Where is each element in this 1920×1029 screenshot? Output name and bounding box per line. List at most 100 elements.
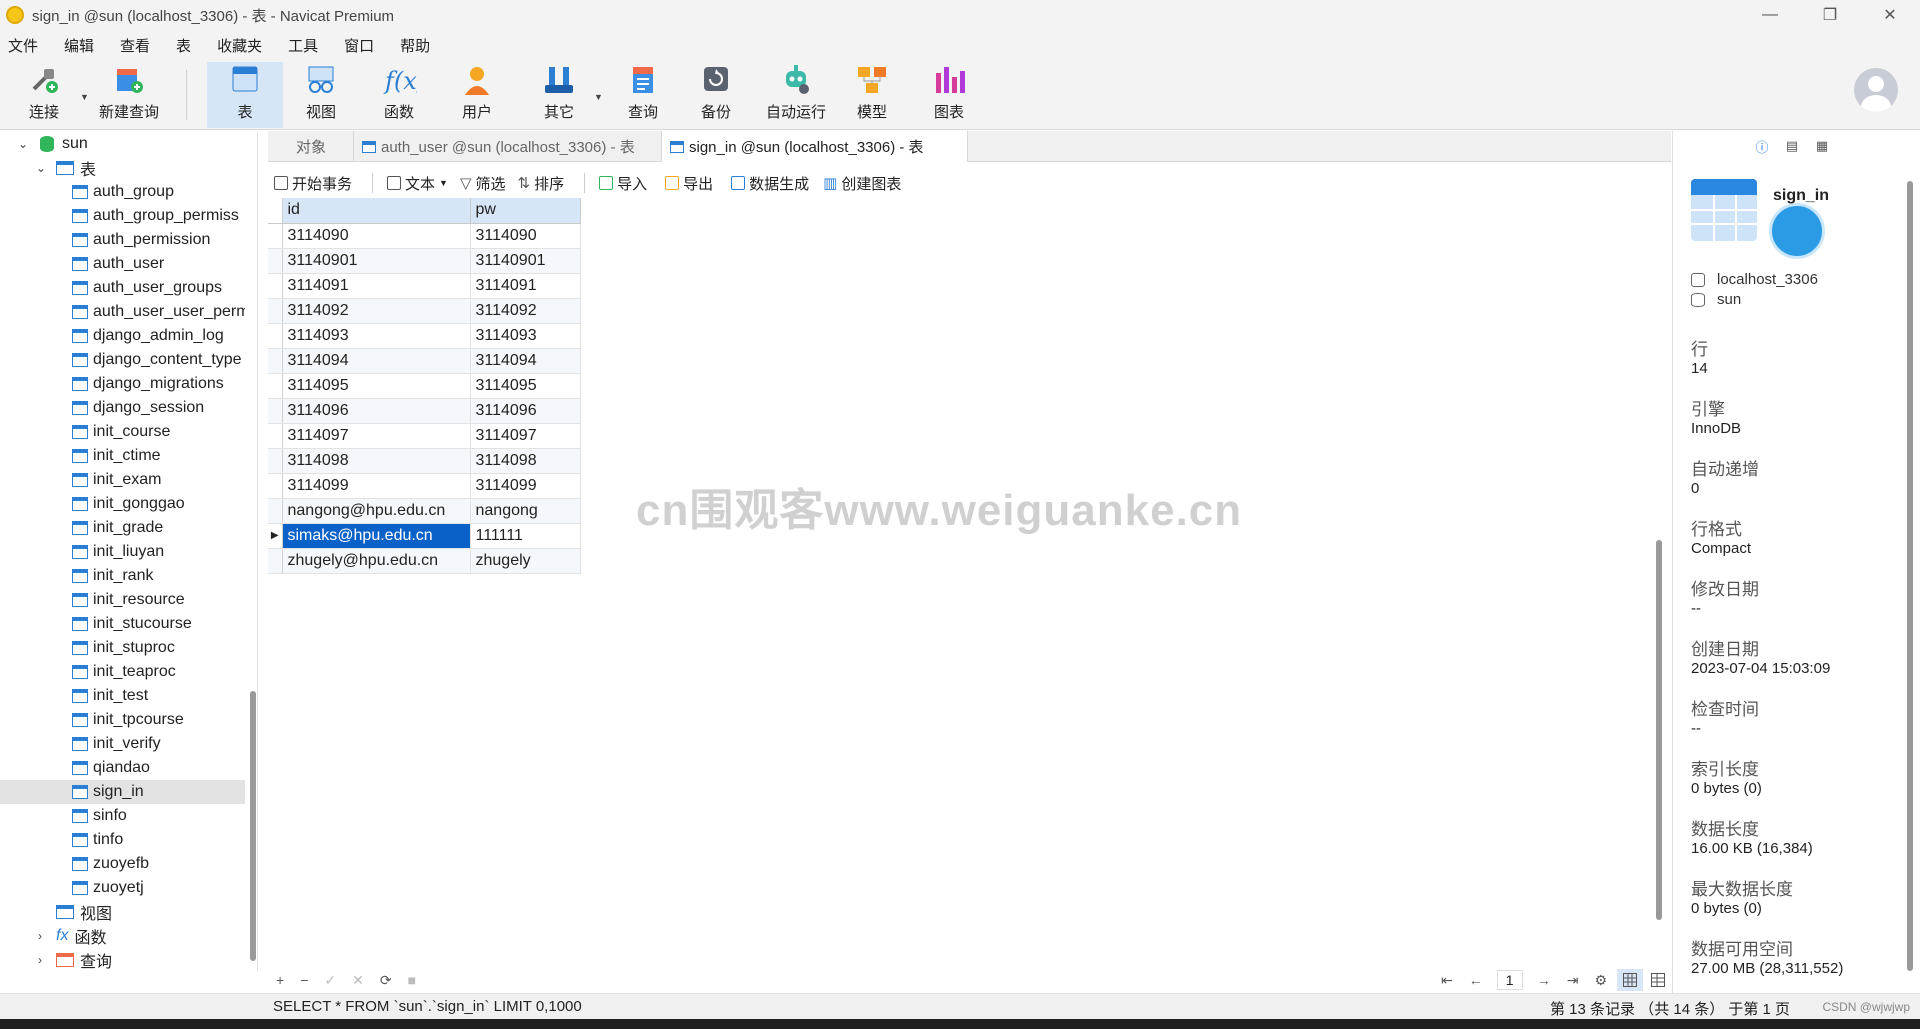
tree-table-item[interactable]: init_stucourse xyxy=(0,612,245,636)
form-view-button[interactable] xyxy=(1645,969,1671,991)
account-avatar[interactable] xyxy=(1854,68,1898,112)
chevron-down-icon[interactable]: ⌄ xyxy=(18,137,28,151)
tree-table-item[interactable]: init_ctime xyxy=(0,444,245,468)
cell-id[interactable]: 3114090 xyxy=(282,223,471,249)
cell-pw[interactable]: nangong xyxy=(470,498,581,524)
column-header-pw[interactable]: pw xyxy=(470,198,581,224)
chevron-right-icon[interactable]: › xyxy=(38,953,42,967)
menu-edit[interactable]: 编辑 xyxy=(56,35,108,56)
cell-id[interactable]: nangong@hpu.edu.cn xyxy=(282,498,471,524)
cell-pw[interactable]: 3114096 xyxy=(470,398,581,424)
discard-changes-button[interactable]: ✕ xyxy=(352,972,364,989)
table-row[interactable]: 3114091 3114091 xyxy=(268,273,581,299)
delete-record-button[interactable]: − xyxy=(300,972,308,988)
column-header-id[interactable]: id xyxy=(282,198,471,224)
new-query-button[interactable]: 新建查询 xyxy=(94,62,164,128)
chart-button[interactable]: 图表 xyxy=(918,62,980,128)
tree-table-item[interactable]: init_test xyxy=(0,684,245,708)
cell-pw[interactable]: 111111 xyxy=(470,523,581,549)
tab-auth-user[interactable]: auth_user @sun (localhost_3306) - 表 xyxy=(354,131,662,162)
data-generation-button[interactable]: 数据生成 xyxy=(725,173,809,194)
chevron-down-icon[interactable]: ⌄ xyxy=(36,161,46,175)
cell-pw[interactable]: 3114098 xyxy=(470,448,581,474)
cell-pw[interactable]: 3114099 xyxy=(470,473,581,499)
cell-id[interactable]: 3114099 xyxy=(282,473,471,499)
info-circle-icon[interactable]: ⓘ xyxy=(1753,137,1771,155)
tree-table-item[interactable]: init_rank xyxy=(0,564,245,588)
table-row[interactable]: nangong@hpu.edu.cn nangong xyxy=(268,498,581,524)
tab-objects[interactable]: 对象 xyxy=(268,131,354,162)
begin-transaction-button[interactable]: 开始事务 xyxy=(268,173,352,194)
menu-window[interactable]: 窗口 xyxy=(336,35,388,56)
filter-button[interactable]: ▽ 筛选 xyxy=(460,173,506,194)
tree-table-item[interactable]: init_teaproc xyxy=(0,660,245,684)
cell-pw[interactable]: 3114090 xyxy=(470,223,581,249)
tree-table-item-selected[interactable]: sign_in xyxy=(0,780,245,804)
table-row[interactable]: 3114096 3114096 xyxy=(268,398,581,424)
add-record-button[interactable]: + xyxy=(276,972,284,988)
tree-table-item[interactable]: sinfo xyxy=(0,804,245,828)
minimize-button[interactable]: — xyxy=(1740,0,1800,30)
tree-table-item[interactable]: init_stuproc xyxy=(0,636,245,660)
connect-dropdown-icon[interactable]: ▼ xyxy=(80,92,89,102)
tree-database-sun[interactable]: ⌄ sun xyxy=(0,132,245,156)
menu-favorites[interactable]: 收藏夹 xyxy=(209,35,276,56)
cell-pw[interactable]: 31140901 xyxy=(470,248,581,274)
info-panel-scrollbar[interactable] xyxy=(1907,181,1913,971)
table-row[interactable]: 3114093 3114093 xyxy=(268,323,581,349)
table-row[interactable]: zhugely@hpu.edu.cn zhugely xyxy=(268,548,581,574)
tree-table-item[interactable]: django_migrations xyxy=(0,372,245,396)
tree-table-item[interactable]: init_gonggao xyxy=(0,492,245,516)
other-button[interactable]: 其它 xyxy=(526,62,592,128)
tree-table-item[interactable]: django_admin_log xyxy=(0,324,245,348)
table-row[interactable]: 3114094 3114094 xyxy=(268,348,581,374)
tree-tables-group[interactable]: ⌄ 表 xyxy=(0,156,245,180)
cell-id[interactable]: 3114091 xyxy=(282,273,471,299)
tab-sign-in[interactable]: sign_in @sun (localhost_3306) - 表 xyxy=(662,131,968,162)
text-view-button[interactable]: 文本 ▼ xyxy=(381,173,448,194)
tree-table-item[interactable]: tinfo xyxy=(0,828,245,852)
menu-file[interactable]: 文件 xyxy=(0,35,52,56)
table-row-selected[interactable]: ▶ simaks@hpu.edu.cn 111111 xyxy=(268,523,581,549)
cell-id[interactable]: 3114094 xyxy=(282,348,471,374)
table-row[interactable]: 3114098 3114098 xyxy=(268,448,581,474)
menu-table[interactable]: 表 xyxy=(168,35,205,56)
import-button[interactable]: 导入 xyxy=(593,173,647,194)
cell-id[interactable]: 3114092 xyxy=(282,298,471,324)
ddl-icon[interactable]: ▤ xyxy=(1783,137,1801,155)
close-button[interactable]: ✕ xyxy=(1860,0,1920,30)
tree-table-item[interactable]: django_content_type xyxy=(0,348,245,372)
tree-table-item[interactable]: init_exam xyxy=(0,468,245,492)
menu-help[interactable]: 帮助 xyxy=(392,35,444,56)
stop-button[interactable]: ■ xyxy=(408,972,416,988)
grid-view-button[interactable] xyxy=(1617,969,1643,991)
cell-id[interactable]: zhugely@hpu.edu.cn xyxy=(282,548,471,574)
cell-pw[interactable]: 3114094 xyxy=(470,348,581,374)
export-button[interactable]: 导出 xyxy=(659,173,713,194)
refresh-button[interactable]: ⟳ xyxy=(380,972,392,989)
table-row[interactable]: 3114095 3114095 xyxy=(268,373,581,399)
tree-table-item[interactable]: auth_permission xyxy=(0,228,245,252)
tree-table-item[interactable]: init_grade xyxy=(0,516,245,540)
cell-id[interactable]: 3114098 xyxy=(282,448,471,474)
other-dropdown-icon[interactable]: ▼ xyxy=(594,92,603,102)
tree-table-item[interactable]: auth_group_permiss xyxy=(0,204,245,228)
tree-table-item[interactable]: auth_user_user_perm xyxy=(0,300,245,324)
cell-pw[interactable]: 3114092 xyxy=(470,298,581,324)
cell-pw[interactable]: 3114095 xyxy=(470,373,581,399)
chevron-right-icon[interactable]: › xyxy=(38,929,42,943)
next-page-button[interactable]: → xyxy=(1537,972,1551,988)
first-page-button[interactable]: ⇤ xyxy=(1441,972,1453,989)
sort-button[interactable]: ⇅ 排序 xyxy=(518,173,565,194)
layout-icon[interactable]: ▦ xyxy=(1813,137,1831,155)
function-button[interactable]: f(x) 函数 xyxy=(366,62,432,128)
table-row[interactable]: 3114090 3114090 xyxy=(268,223,581,249)
table-row[interactable]: 3114097 3114097 xyxy=(268,423,581,449)
settings-gear-icon[interactable]: ⚙ xyxy=(1594,972,1607,989)
tree-table-item[interactable]: init_liuyan xyxy=(0,540,245,564)
cell-id-selected[interactable]: simaks@hpu.edu.cn xyxy=(282,523,471,549)
tree-queries-group[interactable]: › 查询 xyxy=(0,948,245,971)
cell-pw[interactable]: zhugely xyxy=(470,548,581,574)
tree-table-item[interactable]: qiandao xyxy=(0,756,245,780)
menu-view[interactable]: 查看 xyxy=(112,35,164,56)
